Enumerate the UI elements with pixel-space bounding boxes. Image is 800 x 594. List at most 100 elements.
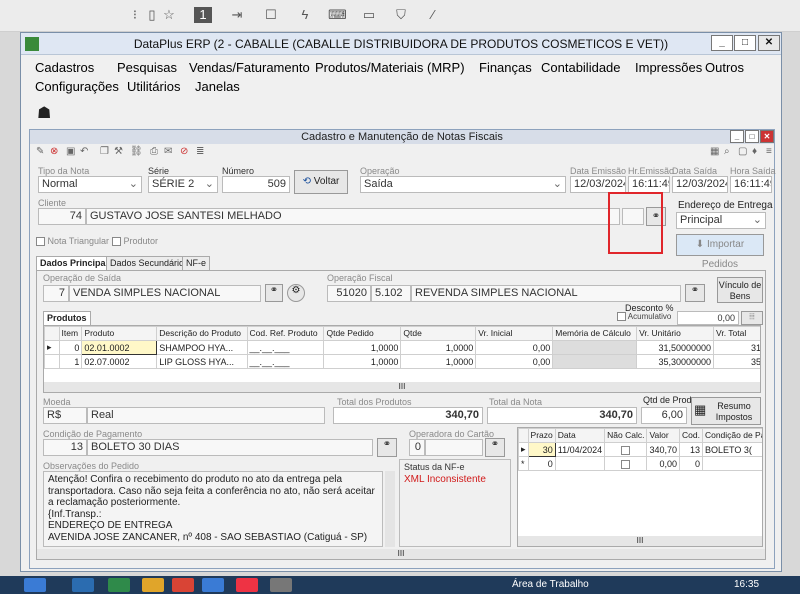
table-row[interactable]: 1 02.07.0002 LIP GLOSS HYA... __.__.___ … bbox=[44, 354, 760, 369]
tab-produtos[interactable]: Produtos bbox=[43, 311, 91, 325]
copy-icon[interactable]: ❐ bbox=[100, 146, 109, 157]
chrome-icon[interactable] bbox=[172, 578, 194, 592]
moeda-code[interactable]: R$ bbox=[43, 407, 87, 424]
menu-vendas[interactable]: Vendas/Faturamento bbox=[189, 60, 310, 75]
comment-icon[interactable]: ☐ bbox=[262, 7, 280, 23]
table-row[interactable]: ▸ 0 02.01.0002 SHAMPOO HYA... __.__.___ … bbox=[44, 340, 760, 355]
block-icon[interactable]: ⊘ bbox=[180, 146, 188, 157]
tools-icon[interactable]: ⚒ bbox=[114, 146, 123, 157]
start-icon[interactable] bbox=[24, 578, 46, 592]
data-saida-input[interactable]: 12/03/2024 bbox=[672, 176, 728, 193]
tab-dados-principais[interactable]: Dados Principais bbox=[36, 256, 118, 270]
toolbar-icon-1[interactable]: ⁝ bbox=[126, 7, 144, 23]
desconto-options-button[interactable]: ⦙⦙⦙ bbox=[741, 311, 763, 325]
pen-icon[interactable]: ∕ bbox=[424, 7, 442, 23]
observacoes-textarea[interactable]: Atenção! Confira o recebimento do produt… bbox=[43, 471, 383, 547]
sub-close-button[interactable]: ✕ bbox=[760, 130, 774, 143]
voltar-button[interactable]: ⟲ Voltar bbox=[294, 170, 348, 194]
table-row[interactable]: * 0 0,00 0 bbox=[518, 456, 762, 471]
close-button[interactable]: ✕ bbox=[758, 35, 780, 51]
operacao-fiscal-name[interactable]: REVENDA SIMPLES NACIONAL bbox=[411, 285, 681, 302]
forward-icon[interactable]: ⇥ bbox=[228, 7, 246, 23]
link-icon[interactable]: ⛓ bbox=[130, 146, 143, 157]
operacao-saida-name[interactable]: VENDA SIMPLES NACIONAL bbox=[69, 285, 261, 302]
produtor-checkbox[interactable]: Produtor bbox=[112, 236, 158, 247]
taskbar-app-7[interactable] bbox=[270, 578, 292, 592]
cancel-icon[interactable]: ⊗ bbox=[50, 146, 58, 157]
edit-icon[interactable]: ✎ bbox=[36, 146, 44, 157]
numero-input[interactable]: 509 bbox=[222, 176, 290, 193]
menu-pesquisas[interactable]: Pesquisas bbox=[117, 60, 177, 75]
operadora-cartao-search-button[interactable]: ⚭ bbox=[485, 438, 505, 457]
importar-pedidos-button[interactable]: ⬇ Importar Pedidos bbox=[676, 234, 764, 270]
monitor-icon[interactable]: ▭ bbox=[360, 7, 378, 23]
sub-minimize-button[interactable]: _ bbox=[730, 130, 744, 143]
taskbar-app-5[interactable] bbox=[202, 578, 224, 592]
window-icon[interactable]: ▢ bbox=[738, 146, 747, 157]
condicao-pagamento-name[interactable]: BOLETO 30 DIAS bbox=[87, 439, 373, 456]
menu-janelas[interactable]: Janelas bbox=[195, 79, 240, 94]
vinculo-bens-button[interactable]: Vínculo de Bens bbox=[717, 277, 763, 303]
search-icon[interactable]: ⌕ bbox=[724, 146, 730, 157]
panel-hscrollbar[interactable]: III bbox=[37, 549, 765, 559]
operacao-saida-code[interactable]: 7 bbox=[43, 285, 69, 302]
condicao-pagamento-code[interactable]: 13 bbox=[43, 439, 87, 456]
taskbar-app-1[interactable] bbox=[72, 578, 94, 592]
operacao-fiscal-search-button[interactable]: ⚭ bbox=[685, 284, 705, 302]
menu-utilitarios[interactable]: Utilitários bbox=[127, 79, 180, 94]
save-icon[interactable]: ▣ bbox=[66, 146, 75, 157]
area-trabalho-label[interactable]: Área de Trabalho bbox=[512, 579, 589, 590]
operacao-saida-search-button[interactable]: ⚭ bbox=[265, 284, 283, 302]
maximize-button[interactable]: □ bbox=[734, 35, 756, 51]
operacao-fiscal-code[interactable]: 51020 bbox=[327, 285, 371, 302]
sub-maximize-button[interactable]: □ bbox=[745, 130, 759, 143]
menu-contabilidade[interactable]: Contabilidade bbox=[541, 60, 621, 75]
menu-impressoes[interactable]: Impressões bbox=[635, 60, 702, 75]
taskbar-app-3[interactable] bbox=[142, 578, 164, 592]
endereco-entrega-select[interactable]: Principal ⌄ bbox=[676, 212, 766, 229]
taskbar-app-2[interactable] bbox=[108, 578, 130, 592]
minimize-button[interactable]: _ bbox=[711, 35, 733, 51]
tipo-nota-select[interactable]: Normal ⌄ bbox=[38, 176, 142, 193]
acumulativo-checkbox[interactable]: Acumulativo bbox=[617, 312, 671, 322]
menu-produtos[interactable]: Produtos/Materiais (MRP) bbox=[315, 60, 465, 75]
lightning-icon[interactable]: ϟ bbox=[296, 7, 314, 23]
operacao-fiscal-cfop[interactable]: 5.102 bbox=[371, 285, 411, 302]
nota-triangular-checkbox[interactable]: Nota Triangular bbox=[36, 236, 109, 247]
condicao-pagamento-search-button[interactable]: ⚭ bbox=[377, 438, 397, 457]
serie-select[interactable]: SÉRIE 2 ⌄ bbox=[148, 176, 218, 193]
shield-icon[interactable]: ⛉ bbox=[392, 7, 410, 23]
produtos-hscrollbar[interactable]: III bbox=[44, 382, 760, 392]
tab-nfe[interactable]: NF-e bbox=[182, 256, 210, 270]
taskbar-app-6[interactable] bbox=[236, 578, 258, 592]
operadora-cartao-code[interactable]: 0 bbox=[409, 439, 425, 456]
list-icon[interactable]: ≣ bbox=[196, 146, 204, 157]
calc-icon[interactable]: ▦ bbox=[710, 146, 719, 157]
menu-lines-icon[interactable]: ≡ bbox=[766, 146, 772, 157]
undo-icon[interactable]: ↶ bbox=[80, 146, 88, 157]
tab-one-icon[interactable]: 1 bbox=[194, 7, 212, 23]
menu-outros[interactable]: Outros bbox=[705, 60, 744, 75]
parcelas-hscrollbar[interactable]: III bbox=[518, 536, 762, 546]
observacoes-scrollbar[interactable] bbox=[385, 471, 395, 547]
data-emissao-input[interactable]: 12/03/2024 bbox=[570, 176, 626, 193]
menu-configuracoes[interactable]: Configurações bbox=[35, 79, 119, 94]
menu-cadastros[interactable]: Cadastros bbox=[35, 60, 94, 75]
desconto-input[interactable]: 0,00 bbox=[677, 311, 739, 325]
operacao-select[interactable]: Saída ⌄ bbox=[360, 176, 566, 193]
tab-dados-secundarios[interactable]: Dados Secundários bbox=[106, 256, 193, 270]
cliente-name-input[interactable]: GUSTAVO JOSE SANTESI MELHADO bbox=[86, 208, 620, 225]
hr-emissao-input[interactable]: 16:11:49 bbox=[628, 176, 670, 193]
operadora-cartao-name[interactable] bbox=[425, 439, 483, 456]
help-icon[interactable]: ♦ bbox=[752, 146, 757, 157]
resumo-impostos-button[interactable]: ▦ Resumo Impostos bbox=[691, 397, 761, 425]
table-row[interactable]: ▸ 30 11/04/2024 340,70 13 BOLETO 3( bbox=[518, 442, 762, 457]
star-icon[interactable]: ☆ bbox=[160, 7, 178, 23]
menu-financas[interactable]: Finanças bbox=[479, 60, 532, 75]
hora-saida-input[interactable]: 16:11:49 bbox=[730, 176, 772, 193]
print-icon[interactable]: ⎙ bbox=[150, 146, 158, 157]
operacao-saida-info-button[interactable]: ⚙ bbox=[287, 284, 305, 302]
moeda-name[interactable]: Real bbox=[87, 407, 325, 424]
email-icon[interactable]: ✉ bbox=[164, 146, 172, 157]
keyboard-icon[interactable]: ⌨ bbox=[328, 7, 347, 23]
